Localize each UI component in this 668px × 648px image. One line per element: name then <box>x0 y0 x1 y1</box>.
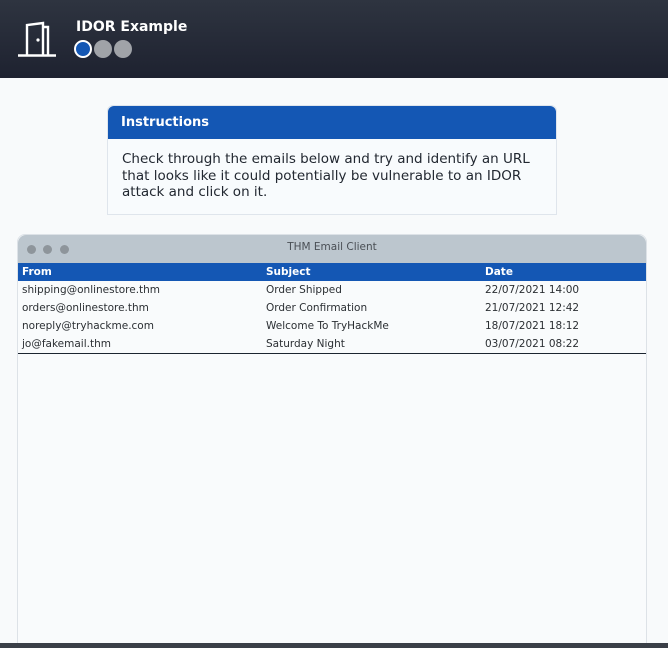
progress-steps <box>74 40 132 58</box>
email-date[interactable]: 22/07/2021 14:00 <box>481 281 646 299</box>
email-subject[interactable]: Order Confirmation <box>262 299 481 317</box>
door-icon <box>18 21 56 57</box>
email-table: From Subject Date shipping@onlinestore.t… <box>18 263 646 354</box>
app-title: IDOR Example <box>76 19 188 35</box>
window-titlebar: THM Email Client <box>18 235 646 263</box>
window-title: THM Email Client <box>287 241 377 253</box>
email-date[interactable]: 18/07/2021 18:12 <box>481 317 646 335</box>
email-subject[interactable]: Welcome To TryHackMe <box>262 317 481 335</box>
email-row[interactable]: shipping@onlinestore.thm Order Shipped 2… <box>18 281 646 299</box>
email-row[interactable]: noreply@tryhackme.com Welcome To TryHack… <box>18 317 646 335</box>
email-date[interactable]: 03/07/2021 08:22 <box>481 335 646 354</box>
column-header-subject: Subject <box>266 266 311 278</box>
step-indicator-2 <box>94 40 112 58</box>
step-indicator-1 <box>74 40 92 58</box>
email-row[interactable]: orders@onlinestore.thm Order Confirmatio… <box>18 299 646 317</box>
email-from[interactable]: noreply@tryhackme.com <box>18 317 262 335</box>
instructions-text: Check through the emails below and try a… <box>122 151 530 200</box>
column-header-date: Date <box>485 266 513 278</box>
email-row[interactable]: jo@fakemail.thm Saturday Night 03/07/202… <box>18 335 646 354</box>
email-from[interactable]: shipping@onlinestore.thm <box>18 281 262 299</box>
taskbar-strip <box>0 643 668 648</box>
step-indicator-3 <box>114 40 132 58</box>
column-header-from: From <box>22 266 52 278</box>
instructions-panel: Instructions Check through the emails be… <box>107 105 557 215</box>
email-from[interactable]: jo@fakemail.thm <box>18 335 262 354</box>
email-date[interactable]: 21/07/2021 12:42 <box>481 299 646 317</box>
top-bar: IDOR Example <box>0 0 668 78</box>
email-table-header: From Subject Date <box>18 263 646 281</box>
email-subject[interactable]: Order Shipped <box>262 281 481 299</box>
email-from[interactable]: orders@onlinestore.thm <box>18 299 262 317</box>
email-client-window: THM Email Client From Subject Date shipp… <box>17 234 647 648</box>
instructions-heading: Instructions <box>108 106 556 139</box>
email-subject[interactable]: Saturday Night <box>262 335 481 354</box>
